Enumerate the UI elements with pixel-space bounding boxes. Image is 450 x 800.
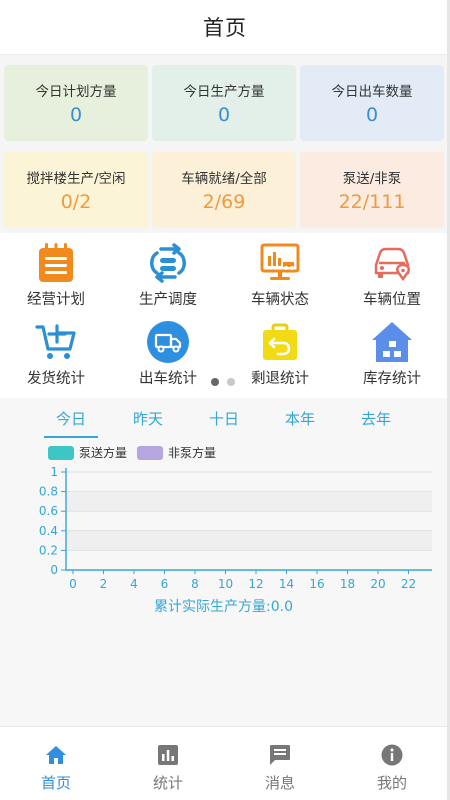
vehicle-status-icon — [258, 241, 302, 285]
feature-menu: 经营计划 生产调度 车辆状态 车辆位置 发货统计 出车统计 剩退统计 库存统计 — [0, 233, 447, 398]
menu-item-label: 生产调度 — [139, 292, 197, 308]
menu-item-return-stats[interactable]: 剩退统计 — [224, 320, 336, 388]
stat-label: 车辆就绪/全部 — [181, 171, 267, 187]
home-icon — [44, 743, 68, 767]
stats-panel: 今日计划方量 0 今日生产方量 0 今日出车数量 0 搅拌楼生产/空闲 0/2 … — [0, 55, 447, 233]
chart-caption: 累计实际生产方量:0.0 — [154, 599, 293, 615]
warehouse-icon — [370, 320, 414, 364]
menu-item-vehicle-location[interactable]: 车辆位置 — [336, 241, 448, 309]
tab-today[interactable]: 今日 — [33, 408, 109, 429]
tabbar-label: 消息 — [264, 774, 295, 792]
tabbar-item-messages[interactable]: 消息 — [224, 743, 336, 793]
x-tick-label: 16 — [309, 577, 324, 591]
stat-card-vehicle-ready[interactable]: 车辆就绪/全部 2/69 — [152, 152, 296, 228]
stat-value: 0 — [69, 104, 83, 126]
dispatch-icon — [146, 241, 190, 285]
tabbar-label: 我的 — [376, 774, 407, 792]
stat-label: 今日生产方量 — [183, 84, 265, 100]
grid-band — [66, 550, 432, 570]
menu-item-label: 车辆状态 — [251, 292, 309, 308]
page-dot-active[interactable] — [211, 378, 219, 386]
grid-band — [66, 472, 432, 492]
stat-label: 泵送/非泵 — [342, 171, 402, 187]
plan-icon — [34, 241, 78, 285]
y-tick-label: 0.8 — [39, 485, 58, 499]
truck-icon — [146, 320, 190, 364]
stat-value: 0 — [365, 104, 379, 126]
x-tick-label: 0 — [69, 577, 77, 591]
stat-value: 22/111 — [338, 191, 406, 213]
stat-card-mixer-status[interactable]: 搅拌楼生产/空闲 0/2 — [4, 152, 148, 228]
stat-card-plan-volume[interactable]: 今日计划方量 0 — [4, 65, 148, 141]
stat-label: 今日计划方量 — [35, 84, 117, 100]
menu-item-label: 库存统计 — [363, 371, 421, 387]
menu-item-vehicle-status[interactable]: 车辆状态 — [224, 241, 336, 309]
y-tick-label: 1 — [50, 465, 58, 479]
stat-value: 2/69 — [202, 191, 246, 213]
info-icon — [380, 743, 404, 767]
menu-item-label: 发货统计 — [27, 371, 85, 387]
x-tick-label: 18 — [340, 577, 355, 591]
y-tick-label: 0 — [50, 563, 58, 577]
y-tick-label: 0.4 — [39, 524, 58, 538]
x-tick-label: 10 — [218, 577, 233, 591]
stat-card-pump-ratio[interactable]: 泵送/非泵 22/111 — [300, 152, 444, 228]
page-indicator — [211, 378, 235, 386]
chart-panel: 今日 昨天 十日 本年 去年 泵送方量 非泵方量 0 0.2 0.4 0.6 0.8 1 0… — [0, 398, 447, 726]
stat-value: 0/2 — [60, 191, 92, 213]
tabbar-item-stats[interactable]: 统计 — [112, 743, 224, 793]
grid-band — [66, 530, 432, 551]
page-dot[interactable] — [227, 378, 235, 386]
production-chart: 00.20.40.60.810 2 4 6 8 10 12 14 16 18 20 22 — [39, 465, 432, 591]
tabbar-item-home[interactable]: 首页 — [0, 743, 112, 793]
menu-item-plan[interactable]: 经营计划 — [0, 241, 112, 309]
tabbar-label: 首页 — [40, 774, 71, 792]
stat-label: 搅拌楼生产/空闲 — [26, 171, 126, 187]
return-icon — [258, 320, 302, 364]
app-header: 首页 — [0, 0, 450, 54]
menu-item-label: 剩退统计 — [251, 371, 309, 387]
menu-item-dispatch[interactable]: 生产调度 — [112, 241, 224, 309]
x-tick-label: 4 — [130, 577, 138, 591]
x-tick-label: 14 — [279, 577, 294, 591]
stat-card-dispatch-count[interactable]: 今日出车数量 0 — [300, 65, 444, 141]
stat-card-production-volume[interactable]: 今日生产方量 0 — [152, 65, 296, 141]
y-tick-label: 0.2 — [39, 543, 58, 557]
grid-band — [66, 511, 432, 531]
x-tick-label: 8 — [191, 577, 199, 591]
bottom-tab-bar: 首页 统计 消息 我的 — [0, 726, 447, 800]
menu-item-label: 出车统计 — [139, 371, 197, 387]
menu-item-label: 经营计划 — [27, 292, 85, 308]
x-tick-label: 20 — [370, 577, 385, 591]
stats-icon — [156, 743, 180, 767]
tab-last-year[interactable]: 去年 — [338, 408, 414, 429]
cart-icon — [34, 320, 78, 364]
menu-item-inventory-stats[interactable]: 库存统计 — [336, 320, 448, 388]
x-tick-label: 22 — [401, 577, 416, 591]
x-tick-label: 12 — [248, 577, 263, 591]
tab-ten-days[interactable]: 十日 — [186, 408, 262, 429]
period-tabs: 今日 昨天 十日 本年 去年 — [0, 398, 447, 440]
menu-item-shipping-stats[interactable]: 发货统计 — [0, 320, 112, 388]
tab-yesterday[interactable]: 昨天 — [110, 408, 186, 429]
x-tick-label: 2 — [100, 577, 108, 591]
tab-this-year[interactable]: 本年 — [262, 408, 338, 429]
menu-item-truck-stats[interactable]: 出车统计 — [112, 320, 224, 388]
tab-active-indicator — [44, 436, 98, 438]
stat-label: 今日出车数量 — [331, 84, 413, 100]
tabbar-label: 统计 — [152, 774, 183, 792]
menu-item-label: 车辆位置 — [363, 292, 421, 308]
message-icon — [268, 743, 292, 767]
y-tick-label: 0.6 — [39, 504, 58, 518]
x-tick-label: 6 — [161, 577, 169, 591]
tabbar-item-me[interactable]: 我的 — [336, 743, 448, 793]
vehicle-location-icon — [370, 241, 414, 285]
page-title: 首页 — [203, 16, 247, 40]
grid-band — [66, 491, 432, 512]
stat-value: 0 — [217, 104, 231, 126]
